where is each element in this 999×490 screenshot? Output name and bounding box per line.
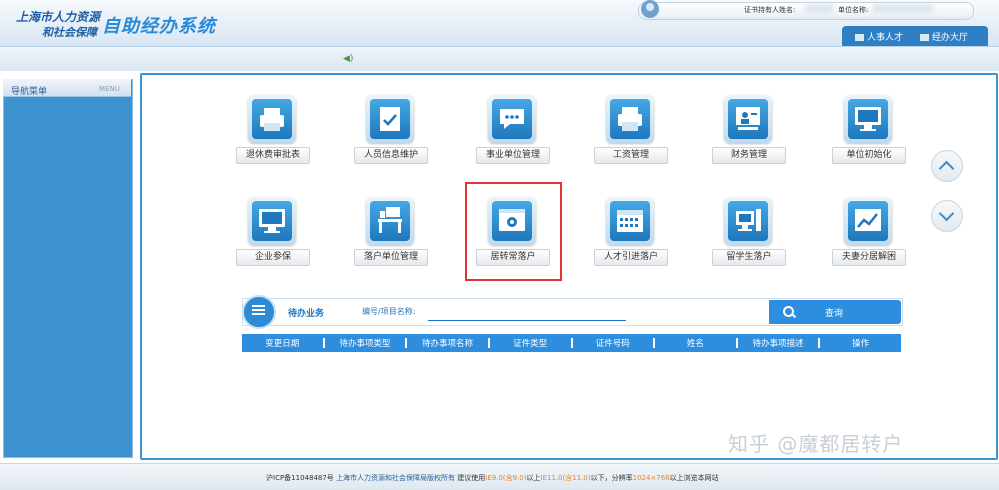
calendar-icon bbox=[617, 210, 643, 232]
edit-document-icon bbox=[380, 107, 400, 131]
tile-label: 事业单位管理 bbox=[476, 147, 550, 164]
monitor-icon bbox=[855, 107, 881, 131]
chat-bubble-icon bbox=[500, 109, 524, 129]
column-header: 变更日期 bbox=[265, 339, 300, 349]
tile-label: 财务管理 bbox=[712, 147, 786, 164]
column-header: 待办事项名称 bbox=[422, 339, 474, 349]
user-name-label: 证书持有人姓名: bbox=[744, 6, 796, 14]
speaker-icon: ◀) bbox=[343, 54, 354, 64]
printer-icon bbox=[260, 108, 284, 131]
chart-icon bbox=[855, 209, 881, 231]
resolution: 1024×768 bbox=[632, 474, 670, 482]
footer-text: 沪ICP备11048487号 上海市人力资源和社会保障局版权所有 建议使用IE9… bbox=[266, 474, 719, 482]
tab-hr-talent[interactable]: 人事人才 bbox=[855, 30, 903, 43]
presentation-icon bbox=[736, 107, 760, 130]
list-icon bbox=[242, 295, 276, 329]
column-header: 待办事项类型 bbox=[339, 339, 391, 349]
search-input[interactable] bbox=[428, 307, 626, 321]
column-header: 待办事项描述 bbox=[752, 339, 804, 349]
browser-ie11: IE11.0(含11.0) bbox=[540, 474, 591, 482]
column-header: 姓名 bbox=[686, 339, 704, 349]
column-header: 证件号码 bbox=[595, 339, 630, 349]
chevron-down-icon bbox=[938, 205, 955, 222]
tile-label: 人才引进落户 bbox=[594, 249, 668, 266]
system-title: 自助经办系统 bbox=[102, 16, 216, 37]
column-header: 证件类型 bbox=[513, 339, 548, 349]
monitor-icon bbox=[259, 209, 285, 233]
copyright: 上海市人力资源和社会保障局版权所有 bbox=[336, 474, 456, 482]
user-name-value bbox=[805, 4, 833, 13]
tile-label: 企业参保 bbox=[236, 249, 310, 266]
pending-title: 待办业务 bbox=[288, 309, 325, 319]
sidebar-menu-tag: MENU bbox=[99, 85, 120, 93]
printer-icon bbox=[618, 107, 642, 131]
chevron-up-icon bbox=[938, 160, 955, 177]
building-icon bbox=[920, 34, 929, 41]
column-header: 操作 bbox=[852, 339, 870, 349]
user-avatar-icon bbox=[641, 0, 659, 18]
tile-label: 工资管理 bbox=[594, 147, 668, 164]
tile-label: 人员信息维护 bbox=[354, 147, 428, 164]
person-card-icon bbox=[855, 34, 864, 41]
search-button-label: 查询 bbox=[825, 309, 844, 319]
unit-name-value bbox=[873, 4, 933, 13]
tile-label: 退休费审批表 bbox=[236, 147, 310, 164]
org-name-line1: 上海市人力资源 bbox=[16, 10, 101, 24]
search-icon bbox=[783, 306, 794, 317]
scroll-down-button[interactable] bbox=[931, 200, 963, 232]
org-name-line2: 和社会保障 bbox=[42, 26, 97, 39]
desk-icon bbox=[378, 207, 402, 233]
tile-label: 夫妻分居解困 bbox=[832, 249, 906, 266]
window-gear-icon bbox=[499, 209, 525, 231]
unit-name-label: 单位名称: bbox=[838, 6, 869, 14]
computer-icon bbox=[736, 209, 761, 231]
tab-service-hall[interactable]: 经办大厅 bbox=[920, 30, 968, 43]
nav-sidebar bbox=[3, 79, 133, 458]
pending-table-header: 变更日期 待办事项类型 待办事项名称 证件类型 证件号码 姓名 待办事项描述 操… bbox=[242, 334, 901, 352]
search-button[interactable]: 查询 bbox=[769, 300, 901, 324]
scroll-up-button[interactable] bbox=[931, 150, 963, 182]
tab-label: 人事人才 bbox=[867, 33, 904, 43]
sidebar-title: 导航菜单 bbox=[11, 87, 48, 97]
icp-number: 沪ICP备11048487号 bbox=[266, 474, 334, 482]
search-label: 编号/项目名称: bbox=[362, 307, 416, 316]
tile-label: 留学生落户 bbox=[712, 249, 786, 266]
tab-label: 经办大厅 bbox=[932, 33, 969, 43]
tile-label: 落户单位管理 bbox=[354, 249, 428, 266]
tile-label: 单位初始化 bbox=[832, 147, 906, 164]
notice-bar bbox=[0, 47, 999, 71]
watermark: 知乎 @魔都居转户 bbox=[728, 432, 904, 456]
browser-ie9: IE9.0(含9.0) bbox=[485, 474, 527, 482]
browser-hint: 建议使用 bbox=[457, 474, 486, 482]
